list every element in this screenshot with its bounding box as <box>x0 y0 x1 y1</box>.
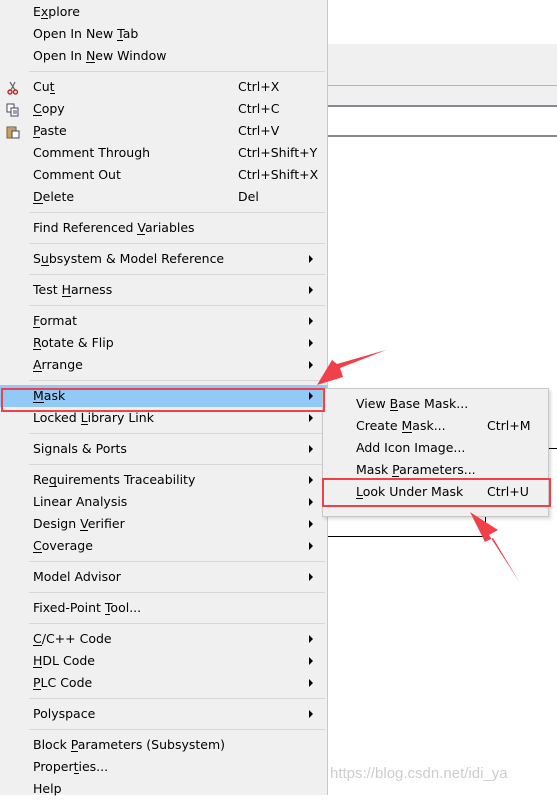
watermark: https://blog.csdn.net/idi_ya <box>330 765 508 782</box>
annotation-arrow-icon <box>317 350 386 385</box>
annotation-arrows <box>317 350 520 583</box>
annotation-arrow-icon <box>470 512 520 583</box>
